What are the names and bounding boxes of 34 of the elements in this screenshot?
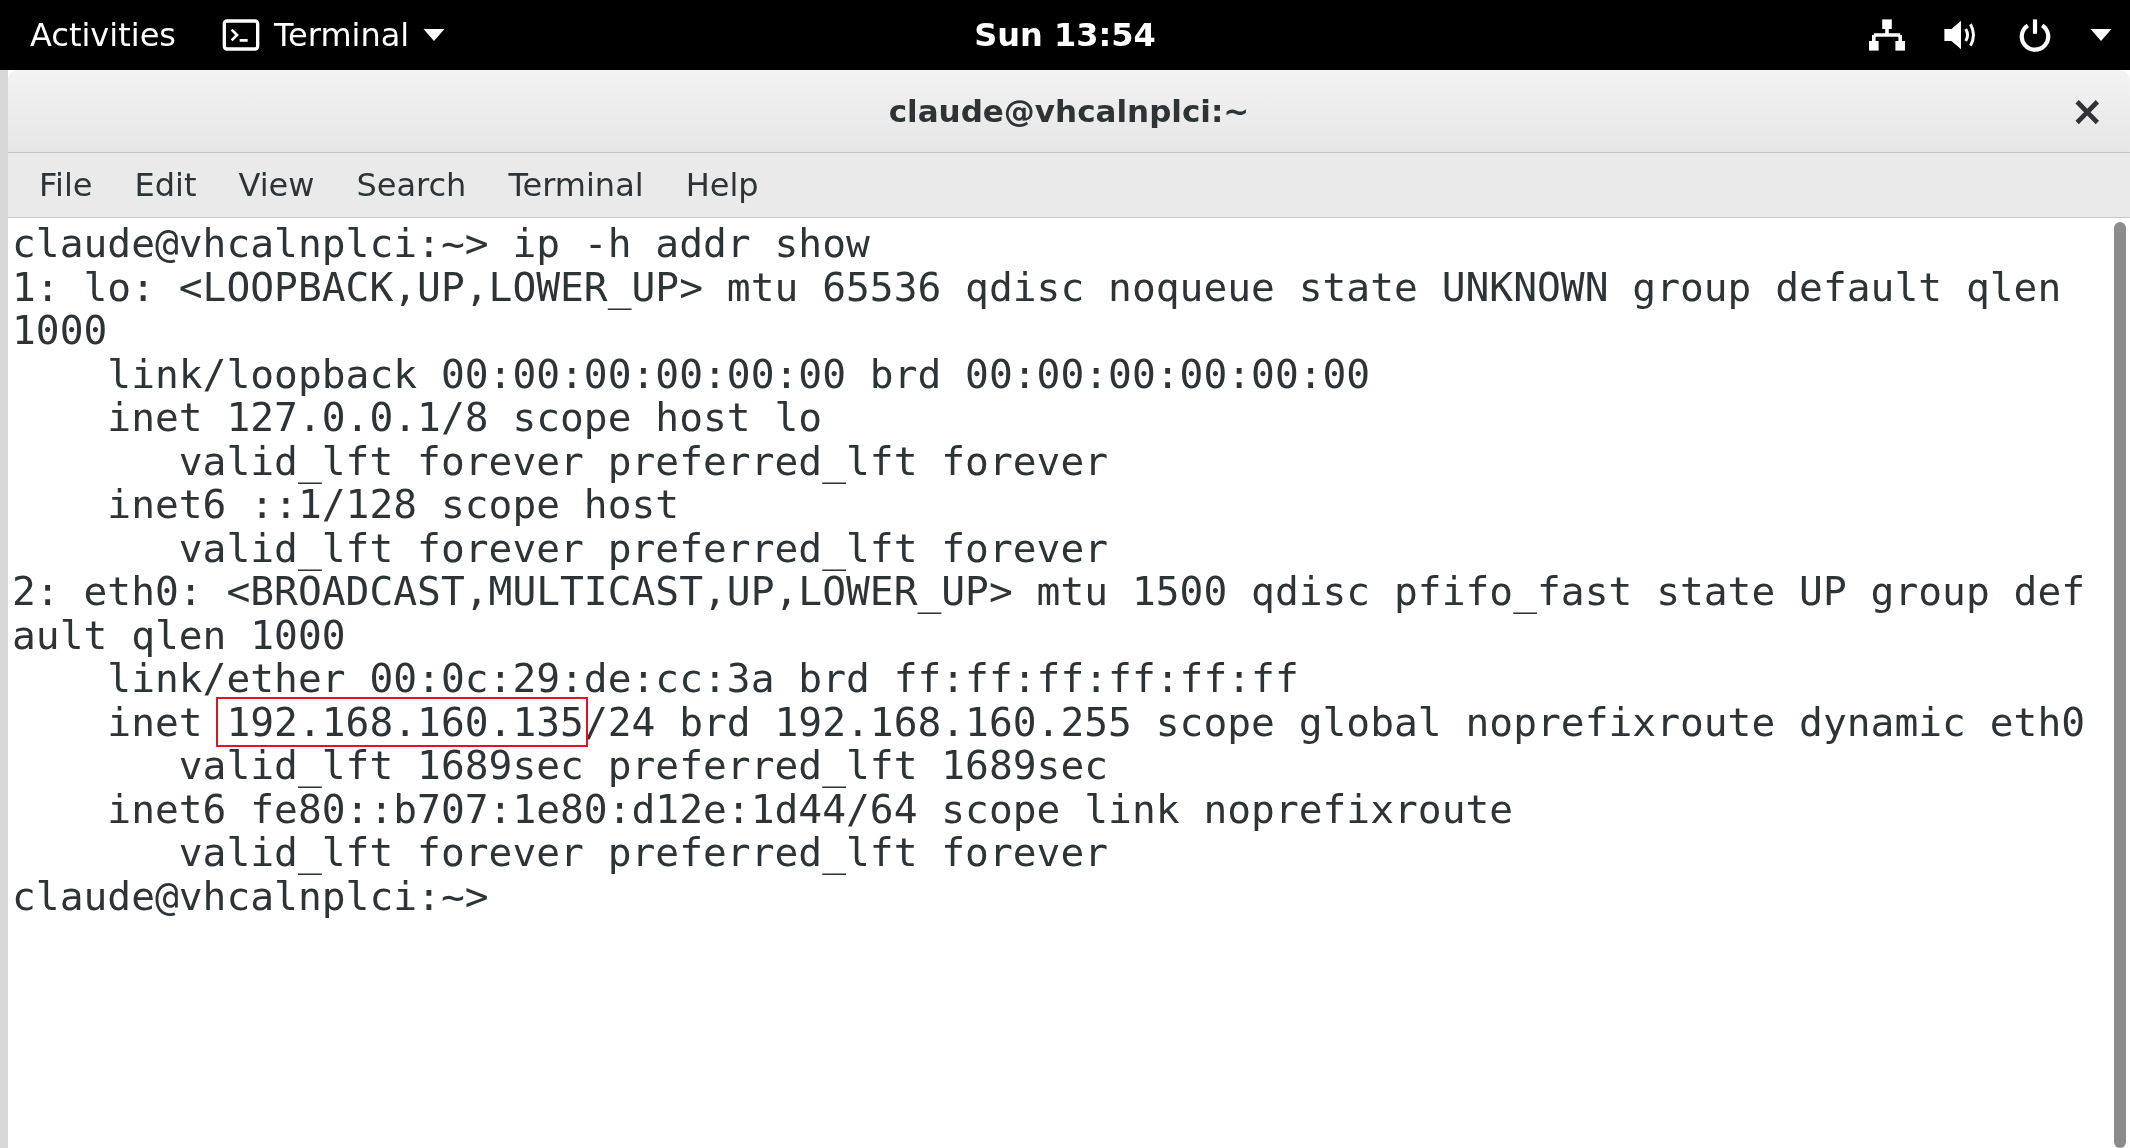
window-title: claude@vhcalnplci:~ (888, 93, 1250, 129)
terminal-line: valid_lft 1689sec preferred_lft 1689sec (177, 744, 1110, 788)
terminal-line: valid_lft forever preferred_lft forever (177, 526, 1110, 570)
terminal-line: 1000 (12, 309, 109, 353)
caret-icon (423, 29, 446, 41)
menu-item[interactable]: Help (666, 162, 778, 208)
terminal-line: inet 127.0.0.1/8 scope host lo (106, 396, 824, 440)
close-button[interactable]: × (2062, 88, 2112, 134)
terminal-line: link/loopback 00:00:00:00:00:00 brd 00:00:00:00:00:00 (106, 352, 1372, 396)
network-icon[interactable] (1868, 17, 1906, 53)
menu-item[interactable]: Edit (115, 162, 216, 208)
terminal-line: inet6 fe80::b707:1e80:d12e:1d44/64 scope link noprefixroute (106, 787, 1515, 831)
terminal-text: inet (106, 698, 204, 745)
terminal-line: claude@vhcalnplci:~> (12, 874, 490, 918)
terminal-line: 1: lo: <LOOPBACK,UP,LOWER_UP> mtu 65536 qdisc noqueue state UNKNOWN group default qlen (12, 265, 2063, 309)
caret-icon[interactable] (2090, 29, 2112, 41)
scrollbar[interactable] (2114, 222, 2126, 1148)
menu-item[interactable]: File (20, 162, 112, 208)
menu-item[interactable]: View (219, 162, 334, 208)
terminal-icon (222, 19, 260, 51)
terminal-line: inet6 ::1/128 scope host (106, 483, 680, 527)
activities-button[interactable]: Activities (30, 16, 176, 54)
clock[interactable]: Sun 13:54 (974, 16, 1156, 54)
app-menu[interactable]: Terminal (222, 16, 446, 54)
terminal-line: ault qlen 1000 (12, 613, 346, 657)
terminal-line: 2: eth0: <BROADCAST,MULTICAST,UP,LOWER_UP> mtu 1500 qdisc pfifo_fast state UP group def (12, 570, 2087, 614)
terminal-line: valid_lft forever preferred_lft forever (177, 439, 1110, 483)
terminal-line: valid_lft forever preferred_lft forever (177, 831, 1110, 875)
terminal-text: /24 brd 192.168.160.255 scope global noprefixroute dynamic eth0 (583, 698, 2086, 745)
terminal-line: claude@vhcalnplci:~> ip -h addr show (12, 222, 871, 266)
menu-item[interactable]: Search (337, 162, 486, 208)
highlighted-text: 192.168.160.135 (218, 698, 586, 745)
terminal-line: link/ether 00:0c:29:de:cc:3a brd ff:ff:ff:ff:ff:ff (106, 657, 1300, 701)
menu-item[interactable]: Terminal (489, 162, 663, 208)
